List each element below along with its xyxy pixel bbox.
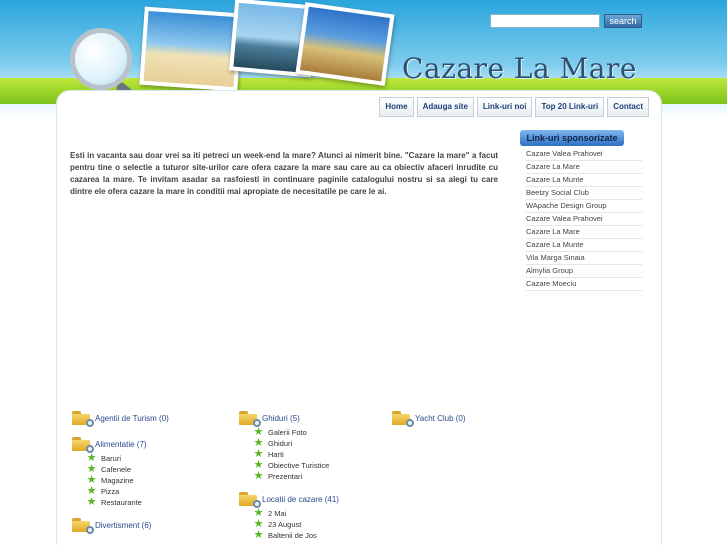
sponsored-link[interactable]: Almylia Group [526, 265, 642, 278]
subcategory-item: ★ Restaurante [86, 497, 169, 508]
subcategory-link[interactable]: 2 Mai [268, 509, 286, 518]
folder-search-icon [239, 492, 261, 508]
category-link[interactable]: Yacht Club (0) [415, 414, 466, 423]
folder-search-icon [239, 411, 261, 427]
category-link[interactable]: Agentii de Turism (0) [95, 414, 169, 423]
green-star-icon: ★ [253, 529, 264, 541]
subcategory-link[interactable]: Baruri [101, 454, 121, 463]
folder-search-icon [72, 411, 94, 427]
subcategory-item: ★ Baltenii de Jos [253, 530, 339, 541]
folder-search-icon [392, 411, 414, 427]
nav-tab-home[interactable]: Home [379, 97, 414, 117]
sponsored-link[interactable]: Cazare La Mare [526, 161, 642, 174]
sponsored-link[interactable]: Cazare Moeciu [526, 278, 642, 291]
category-yacht-club: Yacht Club (0) [392, 409, 466, 427]
subcategory-link[interactable]: Cafenele [101, 465, 131, 474]
subcategory-link[interactable]: Magazine [101, 476, 134, 485]
folder-search-icon [72, 518, 94, 534]
beach-photo [139, 6, 243, 92]
subcategory-link[interactable]: Obiective Turistice [268, 461, 329, 470]
category-divertisment: Divertisment (6) [72, 516, 169, 534]
category-link[interactable]: Divertisment (6) [95, 521, 151, 530]
category-agentii-de-turism: Agentii de Turism (0) [72, 409, 169, 427]
category-link[interactable]: Alimentatie (7) [95, 440, 147, 449]
subcategory-link[interactable]: 23 August [268, 520, 301, 529]
nav-tab-new-links[interactable]: Link-uri noi [476, 97, 533, 117]
category-locatii-de-cazare: Locatii de cazare (41) ★ 2 Mai ★ 23 August… [239, 490, 339, 541]
subcategory-item: ★ Prezentari [253, 471, 339, 482]
sponsored-link[interactable]: Beetzy Social Club [526, 187, 642, 200]
sponsored-links-title: Link-uri sponsorizate [520, 130, 624, 146]
main-nav: Home Adauga site Link-uri noi Top 20 Lin… [379, 97, 649, 117]
subcategory-link[interactable]: Restaurante [101, 498, 142, 507]
category-link[interactable]: Locatii de cazare (41) [262, 495, 339, 504]
category-ghiduri: Ghiduri (5) ★ Galerii Foto ★ Ghiduri ★ Hart… [239, 409, 339, 482]
subcategory-item: ★ 2 Mai [253, 508, 339, 519]
sponsored-links-box: Link-uri sponsorizate Cazare Valea Praho… [520, 130, 644, 291]
category-column-3: Yacht Club (0) [392, 409, 466, 431]
category-column-1: Agentii de Turism (0) Alimentatie (7) ★ B… [72, 409, 169, 538]
subcategory-link[interactable]: Baltenii de Jos [268, 531, 317, 540]
sponsored-link[interactable]: Cazare Valea Prahovei [526, 213, 642, 226]
subcategory-item: ★ Harti [253, 449, 339, 460]
sponsored-link[interactable]: Cazare La Munte [526, 174, 642, 187]
sponsored-link[interactable]: Cazare La Munte [526, 239, 642, 252]
category-column-2: Ghiduri (5) ★ Galerii Foto ★ Ghiduri ★ Hart… [239, 409, 339, 545]
sponsored-link[interactable]: Vila Marga Sinaia [526, 252, 642, 265]
subcategory-item: ★ 23 August [253, 519, 339, 530]
subcategory-link[interactable]: Harti [268, 450, 284, 459]
folder-search-icon [72, 437, 94, 453]
nav-tab-contact[interactable]: Contact [607, 97, 649, 117]
green-star-icon: ★ [253, 470, 264, 482]
nav-tab-add-site[interactable]: Adauga site [416, 97, 474, 117]
subcategory-item: ★ Ghiduri [253, 438, 339, 449]
subcategory-link[interactable]: Prezentari [268, 472, 302, 481]
casino-photo [295, 2, 395, 86]
nav-tab-top-links[interactable]: Top 20 Link-uri [535, 97, 605, 117]
search-button[interactable]: search [604, 14, 642, 28]
search-input[interactable] [490, 14, 600, 28]
sponsored-links-list: Cazare Valea Prahovei Cazare La Mare Caz… [520, 148, 644, 291]
subcategory-item: ★ Cafenele [86, 464, 169, 475]
category-link[interactable]: Ghiduri (5) [262, 414, 300, 423]
subcategory-item: ★ Magazine [86, 475, 169, 486]
subcategory-link[interactable]: Galerii Foto [268, 428, 307, 437]
subcategory-link[interactable]: Pizza [101, 487, 119, 496]
intro-text: Esti in vacanta sau doar vrei sa iti pet… [70, 151, 498, 196]
green-star-icon: ★ [86, 496, 97, 508]
subcategory-item: ★ Galerii Foto [253, 427, 339, 438]
subcategory-item: ★ Obiective Turistice [253, 460, 339, 471]
magnifying-glass-icon [70, 28, 132, 90]
sponsored-link[interactable]: Cazare La Mare [526, 226, 642, 239]
category-alimentatie: Alimentatie (7) ★ Baruri ★ Cafenele ★ Magaz… [72, 435, 169, 508]
site-title: Cazare La Mare [402, 52, 637, 85]
sponsored-link[interactable]: Cazare Valea Prahovei [526, 148, 642, 161]
subcategory-item: ★ Pizza [86, 486, 169, 497]
subcategory-item: ★ Baruri [86, 453, 169, 464]
subcategory-link[interactable]: Ghiduri [268, 439, 292, 448]
sponsored-link[interactable]: WApache Design Group [526, 200, 642, 213]
